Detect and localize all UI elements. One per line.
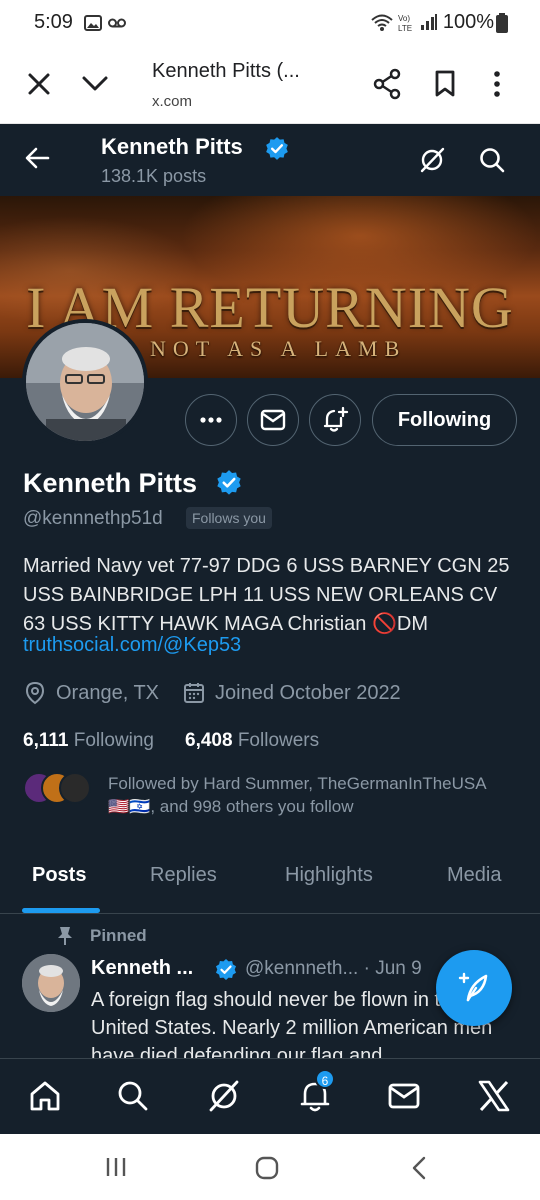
follows-you-badge: Follows you xyxy=(186,507,272,529)
following-count-link[interactable]: 6,111 Following xyxy=(23,730,154,752)
wifi-icon xyxy=(371,14,393,31)
bottom-navigation: 6 xyxy=(0,1058,540,1134)
verified-badge-icon xyxy=(266,137,288,160)
status-time: 5:09 xyxy=(34,11,73,33)
profile-handle: @kennnethp51d xyxy=(23,508,163,529)
share-icon[interactable] xyxy=(372,68,402,100)
x-profile-page: Kenneth Pitts 138.1K posts I AM RETURNIN… xyxy=(0,124,540,1134)
system-navigation-bar xyxy=(0,1134,540,1200)
compose-post-button[interactable] xyxy=(436,950,512,1026)
home-button-icon[interactable] xyxy=(255,1156,279,1180)
back-arrow-icon[interactable] xyxy=(24,146,50,170)
more-vert-icon[interactable] xyxy=(492,70,502,98)
followed-by-line1: Followed by Hard Summer, TheGermanInTheU… xyxy=(108,774,487,793)
following-count: 6,111 xyxy=(23,730,69,751)
joined-text: Joined October 2022 xyxy=(215,681,401,704)
messages-icon[interactable] xyxy=(387,1079,421,1113)
header-name: Kenneth Pitts xyxy=(101,134,243,159)
followed-by-avatars[interactable] xyxy=(23,772,93,806)
tab-media[interactable]: Media xyxy=(447,864,501,887)
followers-count: 6,408 xyxy=(185,730,233,751)
pinned-label: Pinned xyxy=(56,926,147,946)
following-button[interactable]: Following xyxy=(372,394,517,446)
profile-location: Orange, TX xyxy=(23,681,159,705)
notify-button[interactable] xyxy=(309,394,361,446)
status-bar: 5:09 Vo) LTE 100% xyxy=(0,0,540,46)
followers-count-link[interactable]: 6,408 Followers xyxy=(185,730,319,752)
tab-replies[interactable]: Replies xyxy=(150,864,217,887)
message-button[interactable] xyxy=(247,394,299,446)
battery-percent: 100% xyxy=(442,11,494,33)
more-horizontal-icon xyxy=(200,417,222,423)
search-icon[interactable] xyxy=(478,146,506,174)
pin-icon xyxy=(58,927,72,945)
bookmark-icon[interactable] xyxy=(434,70,456,98)
back-button-icon[interactable] xyxy=(410,1156,428,1180)
avatar-photo xyxy=(22,954,80,1012)
profile-joined: Joined October 2022 xyxy=(182,681,401,705)
browser-toolbar: Kenneth Pitts (... x.com xyxy=(0,46,540,124)
profile-avatar[interactable] xyxy=(22,319,148,445)
followed-by-flags: 🇺🇸🇮🇱 xyxy=(108,797,151,816)
followed-by-text[interactable]: Followed by Hard Summer, TheGermanInTheU… xyxy=(108,772,528,818)
notification-count-badge: 6 xyxy=(315,1069,335,1089)
voicemail-icon xyxy=(108,18,126,28)
avatar-photo xyxy=(26,323,144,441)
post-avatar[interactable] xyxy=(22,954,80,1012)
envelope-icon xyxy=(260,409,286,431)
tab-highlights[interactable]: Highlights xyxy=(285,864,373,887)
svg-text:LTE: LTE xyxy=(398,24,412,33)
avatar xyxy=(59,772,91,804)
verified-badge-icon xyxy=(216,959,236,980)
more-options-button[interactable] xyxy=(185,394,237,446)
profile-link[interactable]: truthsocial.com/@Kep53 xyxy=(23,634,241,657)
following-label: Following xyxy=(73,730,154,751)
browser-page-title: Kenneth Pitts (... xyxy=(152,60,300,82)
x-logo-icon[interactable] xyxy=(477,1079,511,1113)
browser-url: x.com xyxy=(152,93,193,110)
post-author-name[interactable]: Kenneth ... xyxy=(91,957,193,980)
grok-icon[interactable] xyxy=(207,1079,241,1113)
calendar-icon xyxy=(184,683,204,703)
battery-icon xyxy=(496,13,508,33)
compose-feather-icon xyxy=(458,972,488,1002)
gallery-icon xyxy=(84,15,102,31)
location-pin-icon xyxy=(25,681,45,705)
search-icon[interactable] xyxy=(116,1079,150,1113)
profile-bio: Married Navy vet 77-97 DDG 6 USS BARNEY … xyxy=(23,555,510,635)
verified-badge-icon xyxy=(217,470,241,495)
chevron-down-icon[interactable] xyxy=(80,73,110,95)
profile-name: Kenneth Pitts xyxy=(23,468,198,498)
active-tab-indicator xyxy=(22,908,100,913)
volte-icon: Vo) LTE xyxy=(398,14,412,33)
grok-icon[interactable] xyxy=(418,146,446,174)
tab-posts[interactable]: Posts xyxy=(32,864,86,887)
post-handle-date: @kennneth... · Jun 9 xyxy=(245,958,422,979)
bell-plus-icon xyxy=(323,406,349,432)
header-posts-count: 138.1K posts xyxy=(101,166,207,186)
close-icon[interactable] xyxy=(26,71,52,97)
banner-text-line2: NOT AS A LAMB xyxy=(150,336,407,361)
profile-tabs: Posts Replies Highlights Media xyxy=(0,836,540,914)
followers-label: Followers xyxy=(237,730,320,751)
home-icon[interactable] xyxy=(28,1079,62,1113)
signal-icon xyxy=(421,14,437,30)
followed-by-line2: , and 998 others you follow xyxy=(150,797,354,816)
location-text: Orange, TX xyxy=(56,681,160,704)
recent-apps-icon[interactable] xyxy=(104,1156,128,1178)
svg-text:Vo): Vo) xyxy=(398,14,410,23)
pinned-text: Pinned xyxy=(90,926,147,945)
